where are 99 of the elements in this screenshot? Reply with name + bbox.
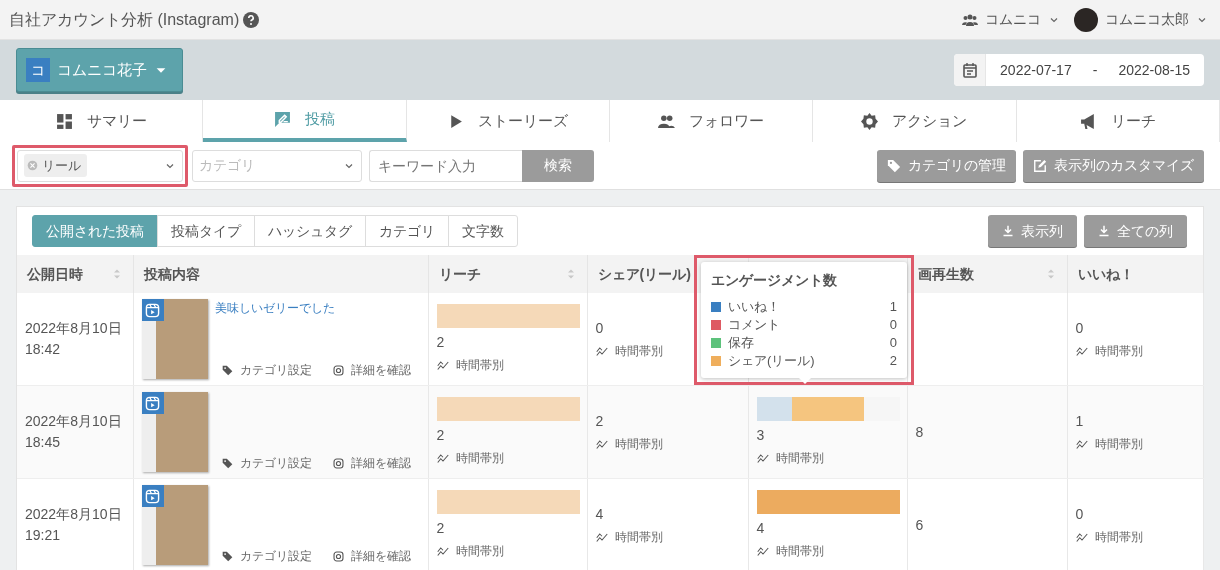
column-header: 画再生数	[917, 264, 974, 284]
metric-value: 2	[595, 411, 604, 431]
calendar-icon	[961, 62, 978, 78]
badge-icon	[861, 112, 879, 130]
page-title: 自社アカウント分析 (Instagram)	[9, 9, 240, 30]
tooltip-title: エンゲージメント数	[711, 271, 838, 290]
download-icon	[1098, 225, 1110, 237]
tag-icon	[887, 158, 901, 173]
metric-value: 6	[915, 515, 924, 535]
time-chart-link[interactable]: 時間帯別	[756, 542, 899, 560]
view-tab[interactable]: 文字数	[448, 215, 518, 247]
detail-link[interactable]: 詳細を確認	[332, 454, 411, 472]
legend-label: シェア(リール)	[728, 352, 815, 370]
account-initial-icon: コ	[26, 58, 50, 82]
metric-value: 4	[756, 518, 765, 538]
detail-link[interactable]: 詳細を確認	[332, 361, 411, 379]
metric-value: 0	[1075, 318, 1084, 338]
user-menu[interactable]: コムニコ太郎	[1074, 7, 1208, 32]
metric-value: 8	[915, 422, 924, 442]
time-chart-link[interactable]: 時間帯別	[756, 449, 899, 467]
time-chart-link[interactable]: 時間帯別	[436, 542, 579, 560]
publish-datetime: 2022年8月10日 19:21	[25, 505, 123, 545]
time-chart-link[interactable]: 時間帯別	[595, 435, 740, 454]
time-chart-link[interactable]: 時間帯別	[1075, 435, 1195, 454]
legend-value: 1	[889, 298, 897, 316]
tag-icon	[221, 457, 233, 469]
megaphone-icon	[1079, 112, 1097, 130]
line-chart-icon	[595, 438, 608, 451]
metric-value: 4	[595, 504, 604, 524]
metric-value: 2	[436, 518, 445, 538]
reels-icon	[145, 488, 160, 504]
line-chart-icon	[1075, 345, 1088, 358]
edit-icon	[1033, 158, 1047, 173]
category-setting-link[interactable]: カテゴリ設定	[221, 547, 312, 565]
date-range-field[interactable]: 2022-07-17 - 2022-08-15	[954, 54, 1204, 86]
view-tab[interactable]: カテゴリ	[365, 215, 449, 247]
filter-chip[interactable]: リール	[24, 153, 87, 178]
time-chart-link[interactable]: 時間帯別	[436, 356, 579, 374]
legend-label: コメント	[728, 316, 780, 334]
line-chart-icon	[436, 452, 449, 464]
reels-icon	[145, 302, 160, 318]
legend-value: 2	[889, 352, 897, 370]
line-chart-icon	[436, 359, 449, 371]
column-header: リーチ	[438, 264, 481, 284]
category-setting-link[interactable]: カテゴリ設定	[221, 361, 312, 379]
time-chart-link[interactable]: 時間帯別	[595, 528, 740, 547]
column-header: 公開日時	[27, 264, 83, 284]
metric-value: 2	[436, 425, 445, 445]
time-chart-link[interactable]: 時間帯別	[1075, 342, 1195, 361]
post-caption-link[interactable]: 美味しいゼリーでした	[214, 299, 335, 317]
account-dropdown[interactable]: コ コムニコ花子	[16, 48, 183, 92]
line-chart-icon	[595, 531, 608, 544]
line-chart-icon	[436, 545, 449, 557]
column-header: 投稿内容	[143, 264, 200, 284]
organization-menu[interactable]: コムニコ	[962, 9, 1060, 30]
view-tab[interactable]: ハッシュタグ	[254, 215, 366, 247]
keyword-field[interactable]: キーワード入力	[368, 149, 522, 182]
metric-value: 2	[436, 332, 445, 352]
metric-value: 3	[756, 425, 765, 445]
legend-label: いいね！	[728, 298, 780, 316]
category-setting-link[interactable]: カテゴリ設定	[221, 454, 312, 472]
time-chart-link[interactable]: 時間帯別	[1075, 528, 1195, 547]
avatar	[1074, 7, 1098, 32]
line-chart-icon	[756, 452, 769, 464]
grid-icon	[55, 112, 73, 130]
camera-icon	[332, 457, 344, 469]
metric-value: 0	[595, 318, 604, 338]
metric-value: 0	[1075, 504, 1084, 524]
metric-value: 1	[1075, 411, 1084, 431]
tag-icon	[221, 364, 233, 376]
line-chart-icon	[595, 345, 608, 358]
view-tab[interactable]: 投稿タイプ	[157, 215, 255, 247]
edit-note-icon	[274, 110, 291, 128]
camera-icon	[332, 550, 344, 562]
nav-tab[interactable]: アクション	[813, 100, 1017, 142]
publish-datetime: 2022年8月10日 18:42	[25, 319, 123, 359]
legend-label: 保存	[728, 334, 754, 352]
help-icon	[242, 11, 259, 28]
nav-tab[interactable]: ストーリーズ	[406, 100, 610, 142]
nav-tab[interactable]: サマリー	[0, 100, 204, 142]
time-chart-link[interactable]: 時間帯別	[436, 449, 579, 467]
column-header: いいね！	[1077, 264, 1134, 284]
nav-tab[interactable]: リーチ	[1016, 100, 1220, 142]
type-select[interactable]: リール	[17, 149, 183, 182]
publish-datetime: 2022年8月10日 18:45	[25, 412, 123, 452]
nav-tab[interactable]: フォロワー	[610, 100, 814, 142]
legend-value: 0	[889, 334, 897, 352]
line-chart-icon	[756, 545, 769, 557]
line-chart-icon	[1075, 531, 1088, 544]
remove-icon	[27, 160, 38, 171]
detail-link[interactable]: 詳細を確認	[332, 547, 411, 565]
legend-value: 0	[889, 316, 897, 334]
tag-icon	[221, 550, 233, 562]
download-icon	[1002, 225, 1014, 237]
reels-icon	[145, 395, 160, 411]
camera-icon	[332, 364, 344, 376]
line-chart-icon	[1075, 438, 1088, 451]
column-header: シェア(リール)	[597, 264, 691, 284]
nav-tab[interactable]: 投稿	[203, 100, 407, 142]
